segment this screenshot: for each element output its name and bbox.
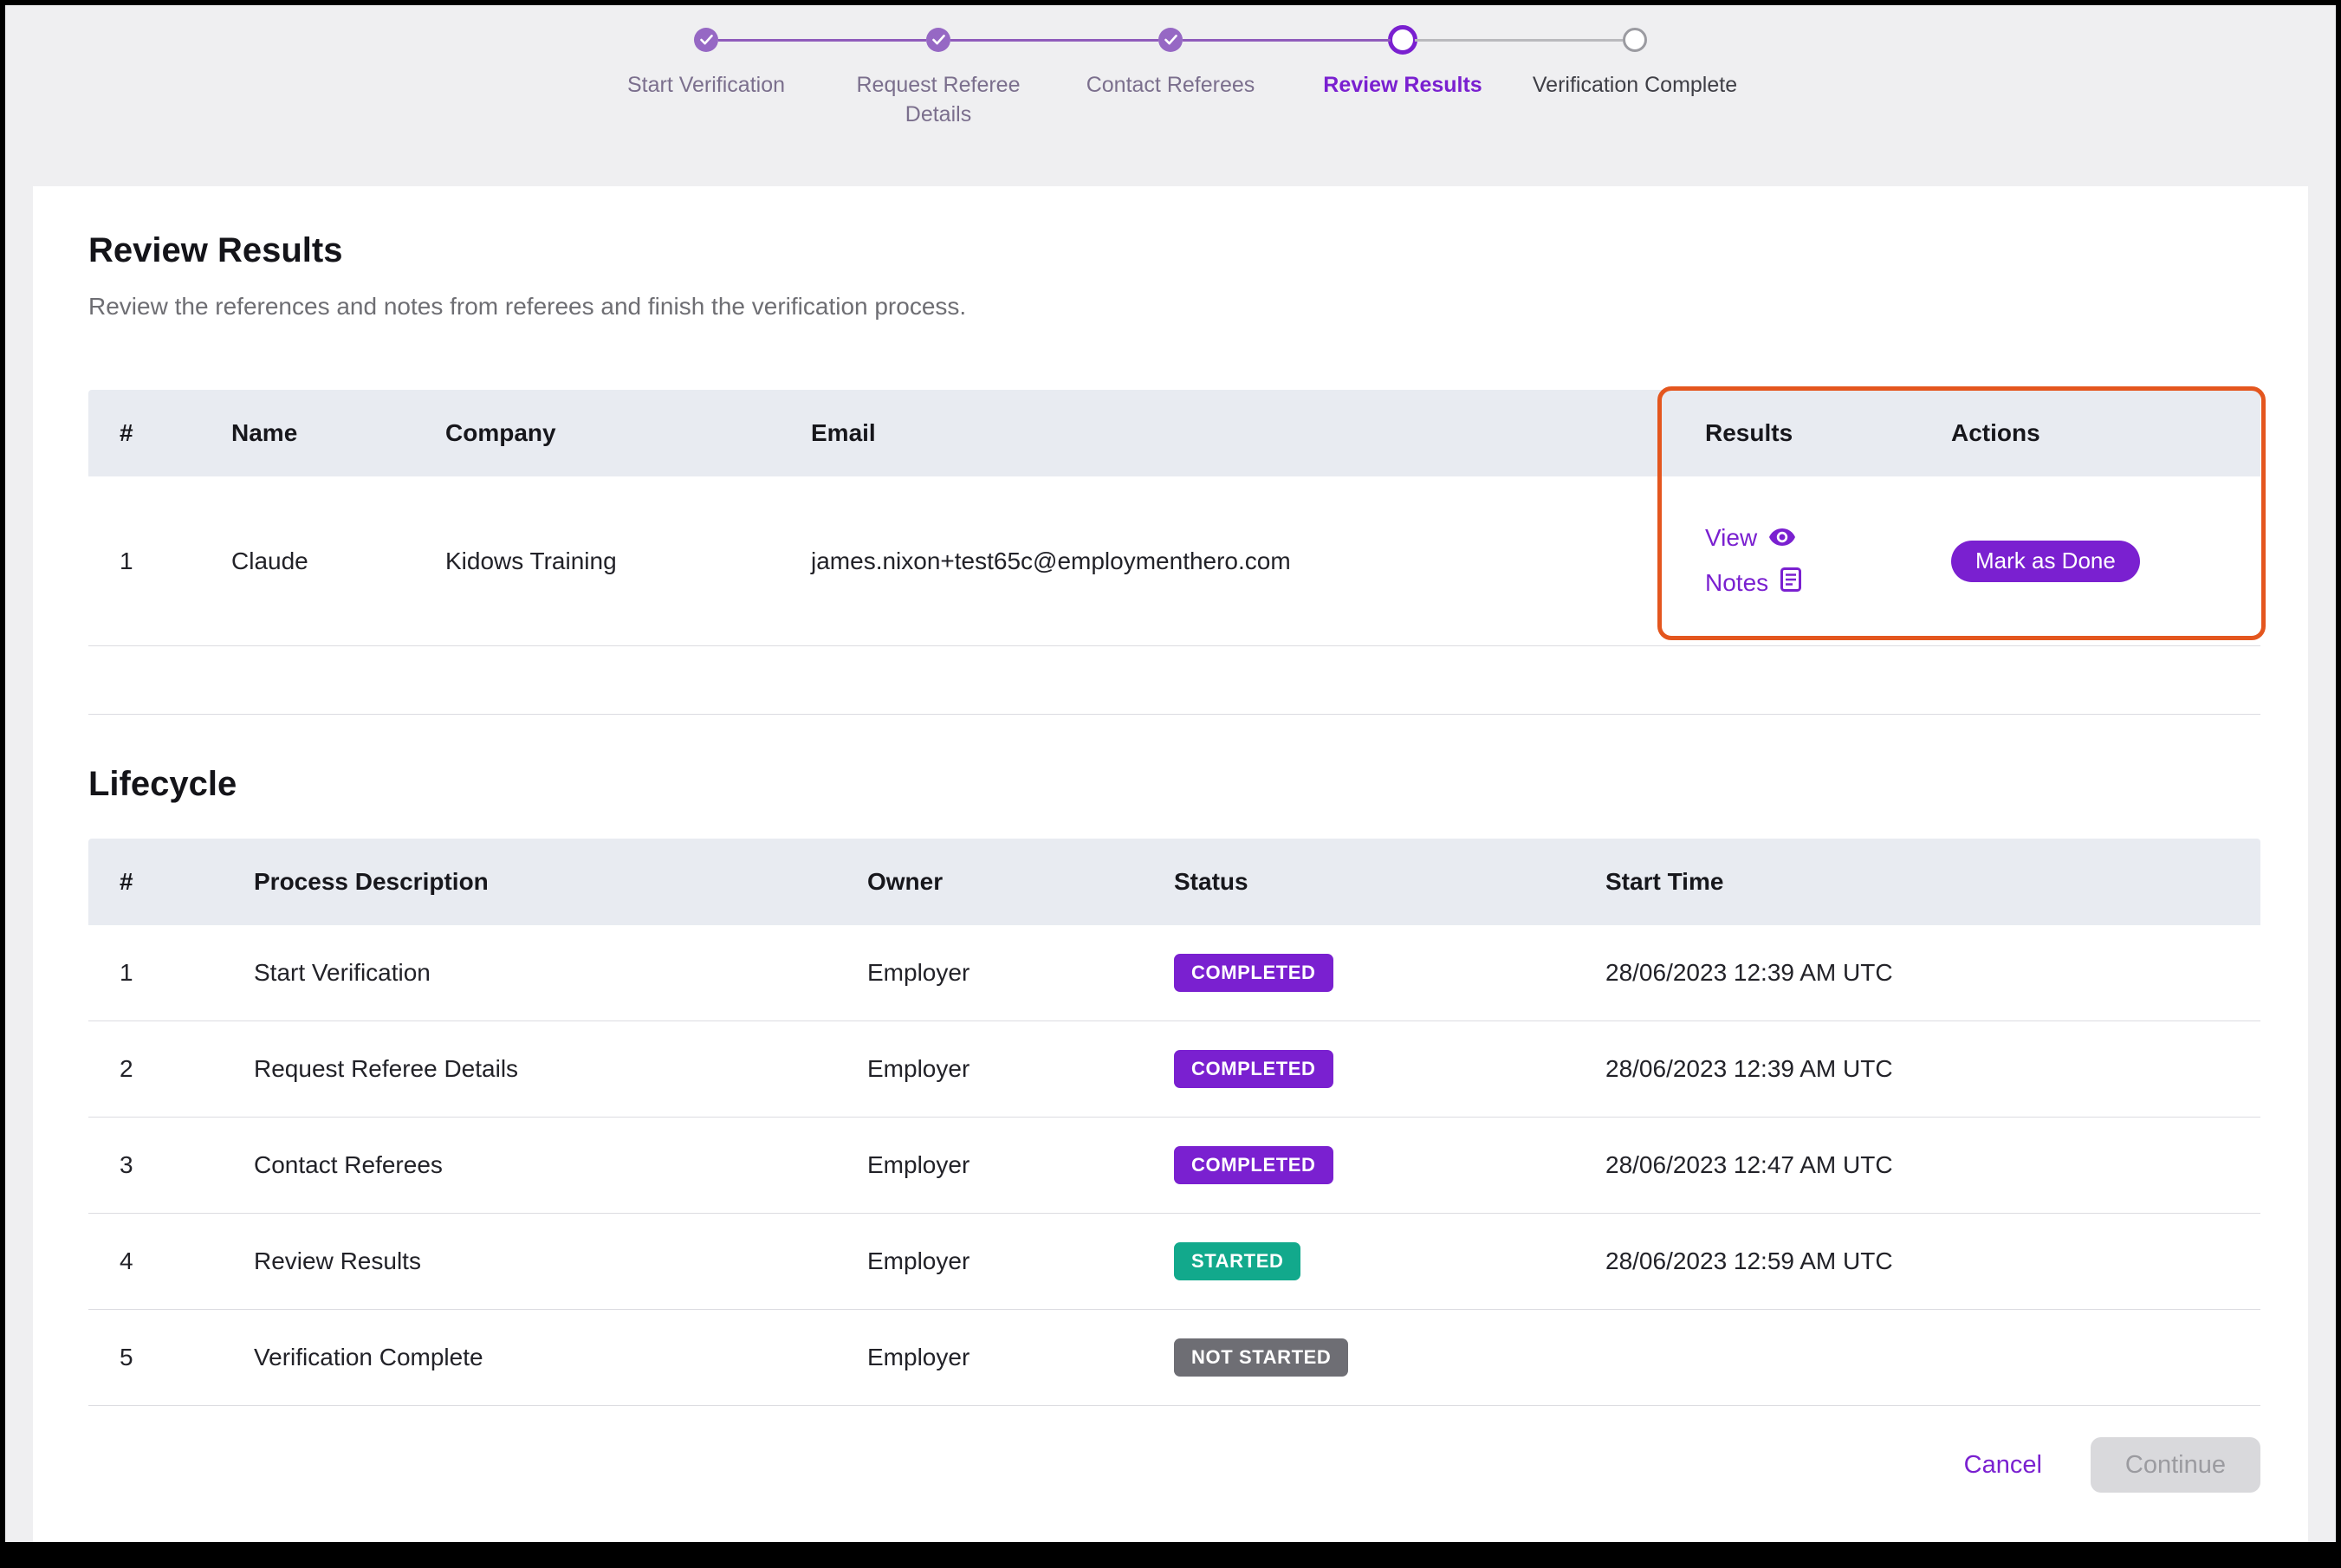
page-title: Review Results [88, 231, 2260, 270]
lifecycle-row: 1 Start Verification Employer COMPLETED … [88, 925, 2260, 1021]
col-header-status: Status [1174, 868, 1605, 896]
process-owner: Employer [867, 1151, 1174, 1179]
start-time: 28/06/2023 12:59 AM UTC [1605, 1247, 2260, 1275]
notes-icon [1780, 567, 1801, 598]
col-header-description: Process Description [254, 868, 867, 896]
status-badge: NOT STARTED [1174, 1338, 1348, 1377]
row-number: 3 [120, 1151, 254, 1179]
process-description: Request Referee Details [254, 1055, 867, 1083]
screenshot-frame: Start Verification Request Referee Detai… [0, 0, 2341, 1568]
step-completed-check-icon [1158, 28, 1183, 52]
col-header-actions: Actions [1951, 419, 2260, 447]
process-owner: Employer [867, 1055, 1174, 1083]
status-badge: COMPLETED [1174, 1146, 1333, 1184]
stepper-step-verification-complete[interactable]: Verification Complete [1519, 23, 1751, 130]
mark-as-done-button[interactable]: Mark as Done [1951, 541, 2140, 582]
step-upcoming-circle-icon [1623, 28, 1647, 52]
status-badge: COMPLETED [1174, 1050, 1333, 1088]
status-badge: STARTED [1174, 1242, 1300, 1280]
start-time: 28/06/2023 12:39 AM UTC [1605, 959, 2260, 987]
referee-email: james.nixon+test65c@employmenthero.com [811, 548, 1705, 575]
process-owner: Employer [867, 959, 1174, 987]
cancel-button[interactable]: Cancel [1964, 1451, 2042, 1480]
start-time: 28/06/2023 12:47 AM UTC [1605, 1151, 2260, 1179]
process-owner: Employer [867, 1247, 1174, 1275]
referee-name: Claude [231, 548, 445, 575]
step-label: Start Verification [627, 71, 785, 100]
footer-actions: Cancel Continue [88, 1437, 2260, 1493]
referee-actions-cell: Mark as Done [1951, 541, 2260, 582]
step-label: Verification Complete [1533, 71, 1737, 100]
col-header-num: # [120, 419, 231, 447]
referee-row: 1 Claude Kidows Training james.nixon+tes… [88, 476, 2260, 646]
lifecycle-table: # Process Description Owner Status Start… [88, 839, 2260, 1406]
table-spacer [88, 646, 2260, 715]
process-description: Review Results [254, 1247, 867, 1275]
process-description: Contact Referees [254, 1151, 867, 1179]
step-current-circle-icon [1388, 25, 1417, 55]
page-background: Start Verification Request Referee Detai… [5, 5, 2336, 1542]
col-header-company: Company [445, 419, 811, 447]
referees-table-header: # Name Company Email Results Actions [88, 390, 2260, 476]
lifecycle-table-header: # Process Description Owner Status Start… [88, 839, 2260, 925]
lifecycle-title: Lifecycle [88, 765, 2260, 804]
eye-icon [1769, 524, 1795, 552]
col-header-num: # [120, 868, 254, 896]
process-description: Verification Complete [254, 1344, 867, 1371]
col-header-email: Email [811, 419, 1705, 447]
notes-link[interactable]: Notes [1705, 567, 1951, 598]
row-number: 5 [120, 1344, 254, 1371]
process-description: Start Verification [254, 959, 867, 987]
step-label: Review Results [1323, 71, 1482, 100]
col-header-start-time: Start Time [1605, 868, 2260, 896]
row-number: 1 [120, 959, 254, 987]
referee-number: 1 [120, 548, 231, 575]
col-header-results: Results [1705, 419, 1951, 447]
process-owner: Employer [867, 1344, 1174, 1371]
lifecycle-row: 4 Review Results Employer STARTED 28/06/… [88, 1214, 2260, 1310]
page-subtitle: Review the references and notes from ref… [88, 293, 2260, 321]
step-label: Request Referee Details [852, 71, 1025, 130]
col-header-name: Name [231, 419, 445, 447]
referees-table: # Name Company Email Results Actions 1 C… [88, 390, 2260, 715]
lifecycle-row: 3 Contact Referees Employer COMPLETED 28… [88, 1118, 2260, 1214]
step-completed-check-icon [926, 28, 950, 52]
step-completed-check-icon [694, 28, 718, 52]
review-results-card: Review Results Review the references and… [33, 186, 2308, 1542]
row-number: 2 [120, 1055, 254, 1083]
view-link[interactable]: View [1705, 524, 1951, 552]
referee-company: Kidows Training [445, 548, 811, 575]
col-header-owner: Owner [867, 868, 1174, 896]
verification-stepper: Start Verification Request Referee Detai… [590, 23, 1751, 130]
row-number: 4 [120, 1247, 254, 1275]
start-time: 28/06/2023 12:39 AM UTC [1605, 1055, 2260, 1083]
status-badge: COMPLETED [1174, 954, 1333, 992]
lifecycle-row: 5 Verification Complete Employer NOT STA… [88, 1310, 2260, 1406]
lifecycle-row: 2 Request Referee Details Employer COMPL… [88, 1021, 2260, 1118]
continue-button[interactable]: Continue [2091, 1437, 2260, 1493]
referee-results-cell: View Notes [1705, 524, 1951, 598]
step-label: Contact Referees [1086, 71, 1255, 100]
